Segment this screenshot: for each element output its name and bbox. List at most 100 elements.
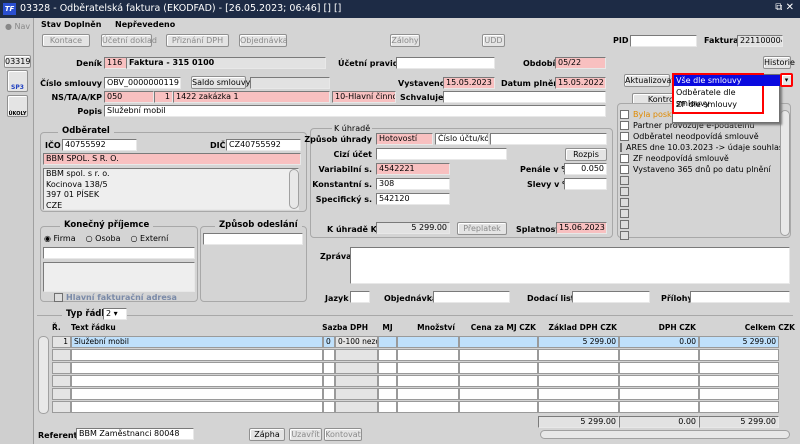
- ico-input[interactable]: 40755592: [62, 139, 137, 151]
- odberatel-address[interactable]: BBM spol. s r. o. Kocinova 138/5 397 01 PÍ…: [43, 168, 299, 210]
- ks-input[interactable]: 308: [376, 178, 450, 190]
- prilohy-input[interactable]: [690, 291, 790, 303]
- cell-cena[interactable]: [459, 375, 538, 387]
- cell-text[interactable]: Služební mobil: [71, 336, 323, 348]
- radio-osoba[interactable]: ○ Osoba: [86, 234, 121, 243]
- checkbox[interactable]: [620, 121, 629, 130]
- vystaveno-input[interactable]: 15.05.2023: [443, 77, 495, 89]
- preplatek-button[interactable]: Přeplatek: [457, 222, 507, 235]
- cell-celkem[interactable]: [699, 388, 779, 400]
- cell-text[interactable]: [71, 375, 323, 387]
- checkbox[interactable]: [620, 220, 629, 229]
- cell-mj[interactable]: [378, 375, 397, 387]
- cell-zaklad[interactable]: [538, 375, 619, 387]
- checkbox[interactable]: [620, 154, 629, 163]
- pid-input[interactable]: [630, 35, 697, 47]
- checkbox[interactable]: [620, 198, 629, 207]
- cislo-uctu-input[interactable]: [490, 133, 607, 145]
- cell-cena[interactable]: [459, 388, 538, 400]
- zapha-button[interactable]: Zápha: [249, 428, 285, 441]
- a-input[interactable]: 1422 zakázka 1: [173, 91, 330, 103]
- checkbox[interactable]: [620, 209, 629, 218]
- zpusob-input[interactable]: Hotovostí: [376, 133, 433, 145]
- cell-dph[interactable]: [619, 349, 699, 361]
- radio-firma[interactable]: ◉ Firma: [44, 234, 76, 243]
- odberatel-name[interactable]: BBM SPOL. S R. O.: [43, 153, 301, 165]
- cell-sazba[interactable]: [323, 375, 335, 387]
- checkbox[interactable]: [620, 176, 629, 185]
- cell-mj[interactable]: [378, 362, 397, 374]
- checklist-item[interactable]: [620, 175, 780, 186]
- cell-zaklad[interactable]: 5 299.00: [538, 336, 619, 348]
- cell-sazba[interactable]: [323, 349, 335, 361]
- cell-celkem[interactable]: 5 299.00: [699, 336, 779, 348]
- hlavni-adresa-checkbox[interactable]: Hlavní fakturační adresa: [54, 293, 177, 302]
- checklist-item[interactable]: [620, 208, 780, 219]
- cell-sazba_text[interactable]: [335, 375, 378, 387]
- kontovat-button[interactable]: Kontovat: [324, 428, 362, 441]
- cell-sazba[interactable]: 0: [323, 336, 335, 348]
- ucetni-pravidlo-input[interactable]: [396, 57, 495, 69]
- penale-input[interactable]: 0.050: [564, 163, 607, 175]
- kontace-button[interactable]: Kontace: [42, 34, 90, 47]
- dodaci-input[interactable]: [572, 291, 650, 303]
- cell-mj[interactable]: [378, 336, 397, 348]
- cell-n[interactable]: [52, 375, 71, 387]
- cell-sazba_text[interactable]: [335, 362, 378, 374]
- dropdown-arrow-icon[interactable]: ▾: [780, 73, 793, 87]
- cell-n[interactable]: [52, 349, 71, 361]
- ta-input[interactable]: 1: [154, 91, 173, 103]
- checklist-item[interactable]: Vystaveno 365 dnů po datu plnění: [620, 164, 780, 175]
- cell-n[interactable]: [52, 401, 71, 413]
- cell-celkem[interactable]: [699, 375, 779, 387]
- uzavrit-button[interactable]: Uzavřít: [289, 428, 322, 441]
- cell-sazba[interactable]: [323, 362, 335, 374]
- checkbox[interactable]: [620, 231, 629, 240]
- cell-text[interactable]: [71, 388, 323, 400]
- address-scrollbar[interactable]: [289, 169, 299, 209]
- radio-externi[interactable]: ○ Externí: [131, 234, 169, 243]
- cizi-input[interactable]: [376, 148, 507, 160]
- popis-input[interactable]: Služební mobil: [104, 105, 606, 117]
- cell-dph[interactable]: [619, 401, 699, 413]
- checkbox[interactable]: [620, 132, 629, 141]
- checkbox[interactable]: [620, 143, 622, 152]
- cell-cena[interactable]: [459, 401, 538, 413]
- objednavka-button[interactable]: Objednávka: [239, 34, 288, 47]
- checkbox[interactable]: [620, 187, 629, 196]
- table-vscrollbar[interactable]: [38, 336, 49, 414]
- dic-input[interactable]: CZ40755592: [226, 139, 301, 151]
- cell-cena[interactable]: [459, 349, 538, 361]
- checklist-item[interactable]: ZF neodpovídá smlouvě: [620, 153, 780, 164]
- cell-text[interactable]: [71, 362, 323, 374]
- jazyk-input[interactable]: [350, 291, 370, 303]
- cell-dph[interactable]: [619, 388, 699, 400]
- checklist-item[interactable]: [620, 219, 780, 230]
- referent-input[interactable]: BBM Zaměstnanci 80048: [76, 428, 194, 440]
- cell-n[interactable]: [52, 388, 71, 400]
- option-zf[interactable]: ZF dle smlouvy: [674, 99, 762, 110]
- cell-cena[interactable]: [459, 336, 538, 348]
- checkbox[interactable]: [620, 165, 629, 174]
- cell-mnozstvi[interactable]: [397, 388, 459, 400]
- option-odberatele[interactable]: Odběratele dle smlouvy: [674, 87, 762, 108]
- cell-mnozstvi[interactable]: [397, 336, 459, 348]
- cell-dph[interactable]: 0.00: [619, 336, 699, 348]
- ns-input[interactable]: 050: [104, 91, 154, 103]
- cell-zaklad[interactable]: [538, 362, 619, 374]
- obdobi-input[interactable]: 05/22: [555, 57, 606, 69]
- checklist-item[interactable]: [620, 230, 780, 241]
- zprava-textarea[interactable]: [350, 247, 790, 284]
- objednavka-input[interactable]: [433, 291, 510, 303]
- checklist-item[interactable]: [620, 197, 780, 208]
- ss-input[interactable]: 542120: [376, 193, 450, 205]
- cell-mnozstvi[interactable]: [397, 349, 459, 361]
- cell-mj[interactable]: [378, 401, 397, 413]
- cell-dph[interactable]: [619, 362, 699, 374]
- window-controls[interactable]: ⧉ ✕: [775, 2, 794, 13]
- cell-zaklad[interactable]: [538, 401, 619, 413]
- splatnost-input[interactable]: 15.06.2023: [556, 222, 607, 234]
- odeslani-input[interactable]: [203, 233, 303, 245]
- cell-zaklad[interactable]: [538, 388, 619, 400]
- prijemce-input[interactable]: [43, 247, 195, 259]
